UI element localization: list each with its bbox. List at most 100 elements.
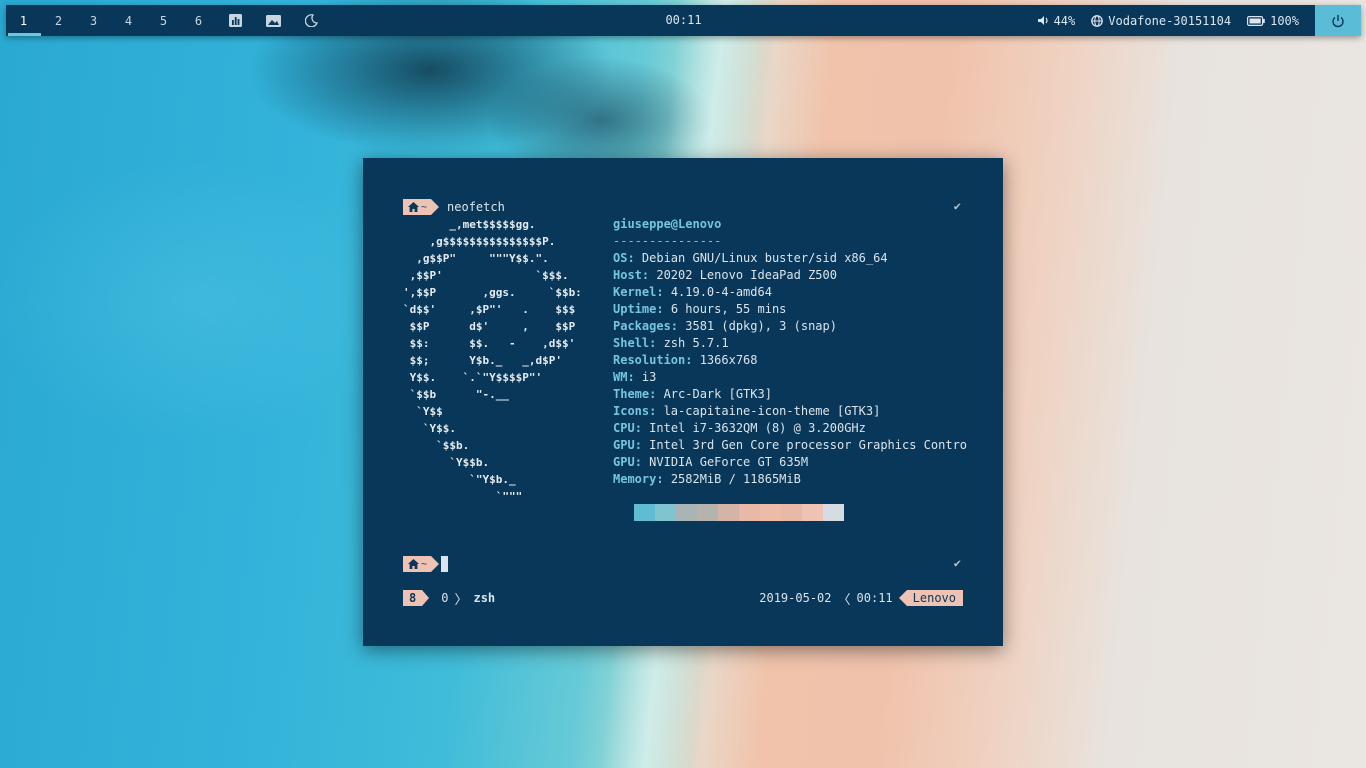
info-value: 20202 Lenovo IdeaPad Z500 [656,268,837,282]
volume-status[interactable]: 44% [1037,13,1076,28]
battery-text: 100% [1270,13,1299,28]
network-status[interactable]: Vodafone-30151104 [1091,14,1231,28]
home-icon [408,559,419,569]
power-button[interactable] [1315,5,1361,36]
battery-status[interactable]: 100% [1247,14,1299,28]
info-row: OS: Debian GNU/Linux buster/sid x86_64 [613,251,888,265]
volume-text: 44% [1053,13,1076,28]
globe-icon [1091,14,1104,27]
workspace-1[interactable]: 1 [6,5,41,36]
color-palette [634,504,844,521]
info-key: CPU [613,421,635,435]
clock-text: 00:11 [665,13,702,27]
info-row: Theme: Arc-Dark [GTK3] [613,387,772,401]
info-key: Resolution [613,353,686,367]
color-swatch [781,504,802,521]
home-tilde: ~ [421,201,428,213]
separator-line: --------------- [613,234,722,248]
workspace-label: 3 [89,13,98,28]
top-bar: 1 2 3 4 5 6 00:11 44% Vodafone-30151104 … [6,5,1361,36]
workspace-6[interactable]: 6 [181,5,216,36]
info-key: Icons [613,404,650,418]
info-row: CPU: Intel i7-3632QM (8) @ 3.200GHz [613,421,866,435]
info-key: GPU [613,438,635,452]
workspace-label: 4 [124,13,133,28]
home-tilde: ~ [421,558,428,570]
debian-ascii-logo: _,met$$$$$gg. ,g$$$$$$$$$$$$$$$P. ,g$$P"… [403,218,582,503]
info-value: Intel 3rd Gen Core processor Graphics Co… [649,438,968,452]
info-row: Kernel: 4.19.0-4-amd64 [613,285,772,299]
color-swatch [655,504,676,521]
info-row: GPU: NVIDIA GeForce GT 635M [613,455,809,469]
window-index[interactable]: 0 [441,591,448,605]
info-row: Uptime: 6 hours, 55 mins [613,302,787,316]
userhost: giuseppe@Lenovo [613,217,722,231]
info-value: 4.19.0-4-amd64 [670,285,772,299]
info-row: Packages: 3581 (dpkg), 3 (snap) [613,319,837,333]
workspace-label: 1 [19,13,28,28]
info-value: i3 [641,370,657,384]
info-row: Host: 20202 Lenovo IdeaPad Z500 [613,268,837,282]
battery-icon [1247,15,1265,26]
moon-icon[interactable] [292,5,330,36]
workspace-5[interactable]: 5 [146,5,181,36]
color-swatch [634,504,655,521]
workspace-2[interactable]: 2 [41,5,76,36]
workspace-4[interactable]: 4 [111,5,146,36]
info-key: Theme [613,387,650,401]
terminal-window[interactable]: ~ neofetch ✔ _,met$$$$$gg. ,g$$$$$$$$$$$… [363,158,1003,646]
chevron-left-icon: 〈 [837,592,851,608]
info-key: Uptime [613,302,657,316]
info-row: Memory: 2582MiB / 11865MiB [613,472,801,486]
info-value: 6 hours, 55 mins [670,302,787,316]
info-value: Arc-Dark [GTK3] [663,387,772,401]
color-swatch [823,504,844,521]
chevron-right-icon: 〉 [454,592,468,608]
checkmark-icon: ✔ [953,199,961,213]
window-name[interactable]: zsh [473,591,495,605]
power-icon [1332,14,1344,27]
prompt-line: ~ neofetch [403,199,505,215]
chart-icon[interactable] [216,5,254,36]
info-row: Shell: zsh 5.7.1 [613,336,729,350]
info-value: Intel i7-3632QM (8) @ 3.200GHz [649,421,866,435]
hostname-badge: Lenovo [898,590,963,606]
workspace-label: 5 [159,13,168,28]
workspace-3[interactable]: 3 [76,5,111,36]
command-text: neofetch [447,200,505,214]
info-value: NVIDIA GeForce GT 635M [649,455,809,469]
tmux-statusline: 8 0 〉 zsh 2019-05-02 〈 00:11 Lenovo [403,590,963,608]
network-text: Vodafone-30151104 [1108,13,1232,28]
info-row: GPU: Intel 3rd Gen Core processor Graphi… [613,438,968,452]
info-value: zsh 5.7.1 [663,336,729,350]
color-swatch [676,504,697,521]
volume-icon [1037,16,1048,25]
info-row: Resolution: 1366x768 [613,353,758,367]
info-key: OS [613,251,628,265]
status-date: 2019-05-02 [759,591,832,605]
info-key: Host [613,268,642,282]
session-count-badge[interactable]: 8 [403,590,430,606]
info-value: Debian GNU/Linux buster/sid x86_64 [641,251,888,265]
prompt-badge: ~ [403,556,440,572]
prompt-line-current[interactable]: ~ [403,556,449,572]
workspace-label: 2 [54,13,63,28]
color-swatch [802,504,823,521]
info-key: Memory [613,472,657,486]
text-cursor [441,556,449,572]
info-value: 3581 (dpkg), 3 (snap) [685,319,837,333]
color-swatch [760,504,781,521]
info-row: Icons: la-capitaine-icon-theme [GTK3] [613,404,881,418]
color-swatch [697,504,718,521]
info-key: Shell [613,336,650,350]
info-value: 2582MiB / 11865MiB [670,472,801,486]
info-key: Packages [613,319,671,333]
color-swatch [718,504,739,521]
status-time: 00:11 [856,591,893,605]
info-value: 1366x768 [699,353,758,367]
image-icon[interactable] [254,5,292,36]
system-info: giuseppe@Lenovo --------------- OS: Debi… [613,216,967,488]
home-icon [408,202,419,212]
workspace-label: 6 [194,13,203,28]
info-key: Kernel [613,285,657,299]
